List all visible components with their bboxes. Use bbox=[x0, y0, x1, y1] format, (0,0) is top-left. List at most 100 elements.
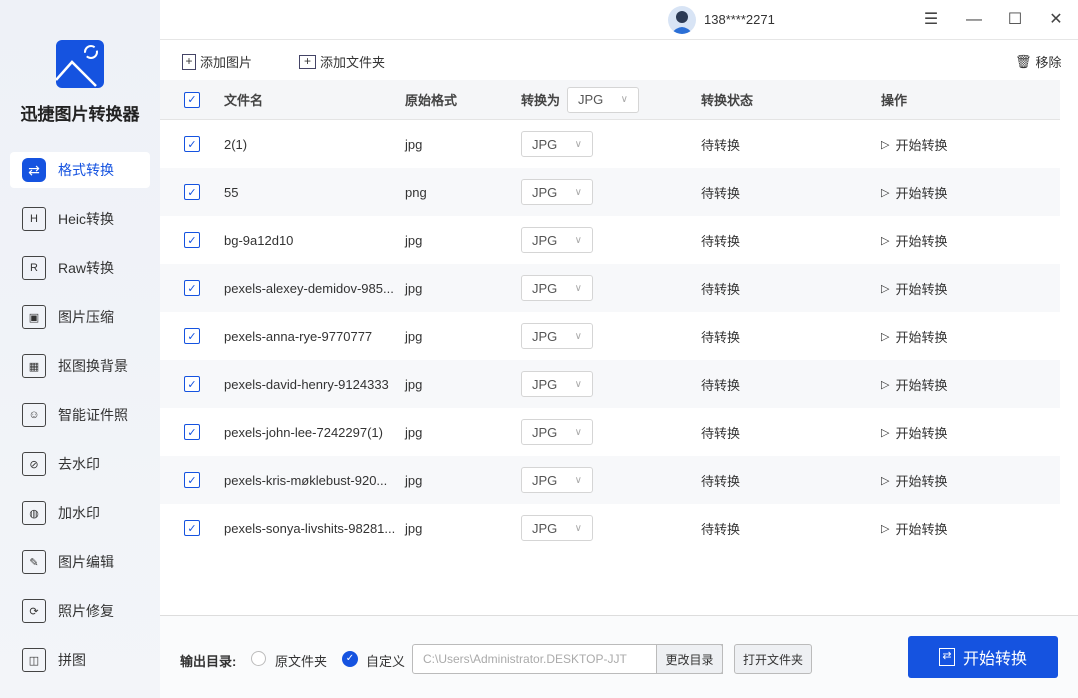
avatar[interactable] bbox=[668, 6, 696, 34]
start-convert-row-button[interactable]: ▷ 开始转换 bbox=[881, 168, 947, 216]
sidebar-item-cutout[interactable]: ▦ 抠图换背景 bbox=[10, 348, 150, 384]
chevron-down-icon: ∨ bbox=[574, 378, 582, 390]
add-folder-icon: + bbox=[299, 54, 316, 69]
add-folder-label: 添加文件夹 bbox=[320, 55, 386, 70]
add-image-button[interactable]: + 添加图片 bbox=[182, 52, 252, 71]
table-row: ✓ bg-9a12d10 jpg JPG ∨ 待转换 ▷ 开始转换 bbox=[160, 216, 1060, 264]
row-checkbox[interactable]: ✓ bbox=[184, 232, 200, 248]
select-all-checkbox[interactable]: ✓ bbox=[184, 91, 200, 108]
row-checkbox[interactable]: ✓ bbox=[184, 520, 200, 536]
start-convert-row-button[interactable]: ▷ 开始转换 bbox=[881, 408, 947, 456]
target-format-select[interactable]: JPG ∨ bbox=[521, 515, 593, 541]
start-convert-row-button[interactable]: ▷ 开始转换 bbox=[881, 216, 947, 264]
convert-status: 待转换 bbox=[701, 329, 741, 345]
chevron-down-icon: ∨ bbox=[574, 426, 582, 438]
table-row: ✓ pexels-kris-møklebust-920... jpg JPG ∨ … bbox=[160, 456, 1060, 504]
convert-all-select[interactable]: JPG ∨ bbox=[567, 86, 639, 113]
target-format-select[interactable]: JPG ∨ bbox=[521, 131, 593, 157]
original-format: jpg bbox=[405, 520, 423, 536]
start-convert-row-button[interactable]: ▷ 开始转换 bbox=[881, 312, 947, 360]
row-checkbox[interactable]: ✓ bbox=[184, 136, 200, 152]
start-convert-button[interactable]: ⇄ 开始转换 bbox=[908, 636, 1058, 678]
start-convert-row-button[interactable]: ▷ 开始转换 bbox=[881, 456, 947, 504]
minimize-icon[interactable]: — bbox=[964, 10, 984, 30]
sidebar-item-raw[interactable]: R Raw转换 bbox=[10, 250, 150, 286]
close-icon[interactable]: ✕ bbox=[1046, 10, 1066, 30]
sidebar-item-photo-repair[interactable]: ⟳ 照片修复 bbox=[10, 593, 150, 629]
play-icon: ▷ bbox=[881, 474, 890, 487]
target-format-select[interactable]: JPG ∨ bbox=[521, 371, 593, 397]
original-format: jpg bbox=[405, 328, 423, 344]
open-folder-button[interactable]: 打开文件夹 bbox=[734, 644, 812, 674]
raw-icon: R bbox=[22, 256, 46, 280]
row-checkbox[interactable]: ✓ bbox=[184, 472, 200, 488]
sidebar-item-heic[interactable]: H Heic转换 bbox=[10, 201, 150, 237]
chevron-down-icon: ∨ bbox=[574, 522, 582, 534]
maximize-icon[interactable]: ☐ bbox=[1005, 10, 1025, 30]
radio-original-folder[interactable] bbox=[251, 651, 266, 666]
original-format: jpg bbox=[405, 472, 423, 488]
row-checkbox[interactable]: ✓ bbox=[184, 328, 200, 344]
row-checkbox[interactable]: ✓ bbox=[184, 280, 200, 296]
add-folder-button[interactable]: + 添加文件夹 bbox=[299, 52, 385, 71]
table-row: ✓ 2(1) jpg JPG ∨ 待转换 ▷ 开始转换 bbox=[160, 120, 1060, 168]
sidebar-item-collage[interactable]: ◫ 拼图 bbox=[10, 642, 150, 678]
play-icon: ▷ bbox=[881, 234, 890, 247]
change-dir-button[interactable]: 更改目录 bbox=[656, 644, 723, 674]
target-format-select[interactable]: JPG ∨ bbox=[521, 227, 593, 253]
menu-icon[interactable]: ☰ bbox=[921, 10, 941, 30]
action-label: 开始转换 bbox=[895, 425, 948, 441]
sidebar-item-id-photo[interactable]: ☺ 智能证件照 bbox=[10, 397, 150, 433]
play-icon: ▷ bbox=[881, 426, 890, 439]
play-icon: ▷ bbox=[881, 522, 890, 535]
header-filename: 文件名 bbox=[224, 93, 264, 108]
convert-status: 待转换 bbox=[701, 137, 741, 153]
start-convert-row-button[interactable]: ▷ 开始转换 bbox=[881, 360, 947, 408]
row-checkbox[interactable]: ✓ bbox=[184, 376, 200, 392]
select-value: JPG bbox=[532, 472, 558, 488]
remove-button[interactable]: 🗑 移除 bbox=[1015, 52, 1062, 71]
table-row: ✓ pexels-john-lee-7242297(1) jpg JPG ∨ 待转… bbox=[160, 408, 1060, 456]
row-checkbox[interactable]: ✓ bbox=[184, 184, 200, 200]
start-convert-row-button[interactable]: ▷ 开始转换 bbox=[881, 504, 947, 552]
sidebar-item-image-edit[interactable]: ✎ 图片编辑 bbox=[10, 544, 150, 580]
start-convert-row-button[interactable]: ▷ 开始转换 bbox=[881, 264, 947, 312]
radio-original-label[interactable]: 原文件夹 bbox=[275, 651, 327, 670]
id-photo-icon: ☺ bbox=[22, 403, 46, 427]
trash-icon: 🗑 bbox=[1015, 53, 1032, 69]
convert-icon: ⇄ bbox=[22, 158, 46, 182]
collage-icon: ◫ bbox=[22, 648, 46, 672]
select-value: JPG bbox=[532, 280, 558, 296]
table-row: ✓ pexels-david-henry-9124333 jpg JPG ∨ 待转… bbox=[160, 360, 1060, 408]
sidebar-item-label: 抠图换背景 bbox=[58, 358, 128, 374]
target-format-select[interactable]: JPG ∨ bbox=[521, 179, 593, 205]
sidebar-item-remove-watermark[interactable]: ⊘ 去水印 bbox=[10, 446, 150, 482]
file-name: bg-9a12d10 bbox=[224, 232, 294, 248]
sidebar-item-label: 图片压缩 bbox=[58, 309, 114, 325]
sidebar-item-label: 去水印 bbox=[58, 456, 100, 472]
sidebar-item-add-watermark[interactable]: ◍ 加水印 bbox=[10, 495, 150, 531]
file-name: 2(1) bbox=[224, 136, 248, 152]
action-label: 开始转换 bbox=[895, 521, 948, 537]
select-value: JPG bbox=[532, 376, 558, 392]
start-convert-row-button[interactable]: ▷ 开始转换 bbox=[881, 120, 947, 168]
chevron-down-icon: ∨ bbox=[574, 282, 582, 294]
add-file-icon: + bbox=[182, 53, 196, 70]
radio-custom-label[interactable]: 自定义 bbox=[366, 651, 405, 670]
original-format: png bbox=[405, 184, 427, 200]
sidebar-item-label: 图片编辑 bbox=[58, 554, 114, 570]
target-format-select[interactable]: JPG ∨ bbox=[521, 323, 593, 349]
target-format-select[interactable]: JPG ∨ bbox=[521, 275, 593, 301]
sidebar-item-convert[interactable]: ⇄ 格式转换 bbox=[10, 152, 150, 188]
select-value: JPG bbox=[532, 424, 558, 440]
sidebar-item-label: 智能证件照 bbox=[58, 407, 128, 423]
row-checkbox[interactable]: ✓ bbox=[184, 424, 200, 440]
radio-custom[interactable]: ✓ bbox=[342, 651, 358, 667]
select-value: JPG bbox=[532, 328, 558, 344]
convert-icon: ⇄ bbox=[938, 648, 955, 666]
target-format-select[interactable]: JPG ∨ bbox=[521, 419, 593, 445]
sidebar-item-image-compress[interactable]: ▣ 图片压缩 bbox=[10, 299, 150, 335]
convert-status: 待转换 bbox=[701, 185, 741, 201]
target-format-select[interactable]: JPG ∨ bbox=[521, 467, 593, 493]
user-phone[interactable]: 138****2271 bbox=[704, 12, 775, 27]
